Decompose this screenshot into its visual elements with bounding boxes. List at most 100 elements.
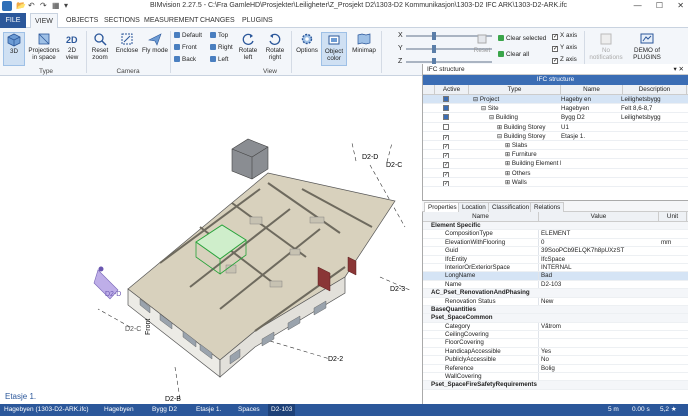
- clear-selected-icon: [498, 35, 504, 41]
- tree-row[interactable]: ⊟ Site Hagebyen Felt 8,6-8,7: [423, 104, 688, 114]
- view-front-button[interactable]: Front: [174, 44, 197, 52]
- panel-title: IFC structure: [427, 66, 465, 73]
- grid-label: D2-D: [362, 154, 378, 161]
- view-default-icon: [174, 32, 180, 38]
- tree-row[interactable]: ✓ ⊞ Walls: [423, 178, 688, 187]
- property-row[interactable]: Renovation Status New: [423, 297, 688, 306]
- property-row[interactable]: Guid 39SooPCb9ELQK7h8pUXzST: [423, 247, 688, 256]
- undo-icon[interactable]: ↶: [28, 1, 35, 11]
- property-group-row[interactable]: BaseQuantities: [423, 305, 688, 315]
- fly-mode-button[interactable]: Fly mode: [142, 32, 168, 54]
- property-group-row[interactable]: Pset_SpaceFireSafetyRequirements: [423, 381, 688, 390]
- options-button[interactable]: Options: [294, 32, 320, 54]
- breadcrumb-storey[interactable]: Etasje 1.: [196, 404, 221, 416]
- projections-button[interactable]: Projections in space: [27, 32, 61, 61]
- close-panel-icon[interactable]: ▾ ✕: [673, 64, 684, 75]
- view-top-button[interactable]: Top: [210, 32, 228, 40]
- maximize-button[interactable]: ☐: [656, 1, 663, 10]
- property-row[interactable]: WallCovering: [423, 373, 688, 382]
- clear-selected-button[interactable]: Clear selected: [498, 35, 546, 43]
- tree-row[interactable]: ⊟ Building Bygg D2 Leilighetsbygg: [423, 113, 688, 123]
- property-row[interactable]: FloorCovering: [423, 339, 688, 348]
- clear-all-icon: [498, 51, 504, 57]
- property-row[interactable]: CeilingCovering: [423, 331, 688, 340]
- slider-x-thumb[interactable]: [432, 32, 436, 40]
- breadcrumb-space[interactable]: D2-103: [268, 404, 296, 416]
- slider-y-thumb[interactable]: [432, 45, 436, 53]
- tab-objects[interactable]: OBJECTS: [62, 13, 102, 28]
- status-distance: 5 m: [608, 406, 619, 413]
- property-row[interactable]: PubliclyAccessible No: [423, 356, 688, 365]
- reset-zoom-button[interactable]: Reset zoom: [88, 32, 112, 61]
- tree-row[interactable]: ✓⊞ Building Element Proxies: [423, 159, 688, 169]
- 2d-icon: 2D: [66, 35, 78, 45]
- tab-view[interactable]: VIEW: [30, 13, 58, 29]
- z-axis-checkbox[interactable]: ✓ Z axis: [552, 56, 577, 64]
- tree-row[interactable]: ✓ ⊞ Furniture: [423, 150, 688, 160]
- building-model[interactable]: D2-D D2-C D2-3 D2-2 D2-B D2-C Front D2-D…: [0, 77, 421, 404]
- grid-icon[interactable]: ▦: [52, 1, 60, 11]
- tree-row[interactable]: ✓ ⊟ Building Storey Etasje 1.: [423, 132, 688, 141]
- demo-plugins-button[interactable]: DEMO of PLUGINS: [628, 32, 666, 61]
- breadcrumb-building[interactable]: Bygg D2: [152, 404, 177, 416]
- open-icon[interactable]: 📂: [16, 1, 26, 11]
- status-fps: 5,2 ★: [660, 406, 677, 413]
- view-right-icon: [210, 44, 216, 50]
- tab-plugins[interactable]: PLUGINS: [238, 13, 277, 28]
- x-axis-checkbox[interactable]: ✓ X axis: [552, 32, 577, 40]
- close-button[interactable]: ✕: [677, 1, 684, 10]
- tree-row[interactable]: ⊟ Project Hageby en Leilighetsbygg: [423, 95, 688, 105]
- property-row[interactable]: Reference Bolig: [423, 364, 688, 374]
- reset-button[interactable]: Reset: [470, 32, 494, 54]
- property-row[interactable]: Category Våtrom: [423, 322, 688, 332]
- 3d-viewport[interactable]: D2-D D2-C D2-3 D2-2 D2-B D2-C Front D2-D…: [0, 77, 421, 404]
- dropdown-icon[interactable]: ▾: [64, 1, 68, 11]
- grid-label: D2-3: [390, 286, 405, 293]
- redo-icon[interactable]: ↷: [40, 1, 47, 11]
- notification-icon: [600, 33, 612, 45]
- enclose-button[interactable]: Enclose: [115, 32, 139, 54]
- y-axis-checkbox[interactable]: ✓ Y axis: [552, 44, 577, 52]
- 3d-button[interactable]: 3D: [3, 32, 25, 66]
- properties-header: Name Value Unit: [423, 212, 688, 222]
- property-row[interactable]: CompositionType ELEMENT: [423, 230, 688, 239]
- tree-row[interactable]: ⊞ Building Storey U1: [423, 123, 688, 132]
- notifications-button[interactable]: No notifications: [588, 32, 624, 61]
- clear-all-button[interactable]: Clear all: [498, 51, 529, 59]
- type-group-label: Type: [38, 68, 54, 75]
- tab-measurement[interactable]: MEASUREMENT: [140, 13, 202, 28]
- property-row[interactable]: IfcEntity IfcSpace: [423, 255, 688, 264]
- tab-file[interactable]: FILE: [0, 13, 26, 28]
- property-rows: Element Specific CompositionType ELEMENT El…: [423, 222, 688, 390]
- view-back-button[interactable]: Back: [174, 56, 196, 64]
- property-group-row[interactable]: AC_Pset_RenovationAndPhasing: [423, 289, 688, 298]
- tree-row[interactable]: ✓ ⊞ Others: [423, 169, 688, 178]
- breadcrumb-hagebyen[interactable]: Hagebyen: [104, 404, 134, 416]
- property-row[interactable]: Name D2-103: [423, 280, 688, 290]
- status-time: 0.00 s: [632, 406, 650, 413]
- tab-sections[interactable]: SECTIONS: [100, 13, 144, 28]
- tree-row[interactable]: ✓ ⊞ Slabs: [423, 141, 688, 151]
- object-color-icon: [328, 35, 340, 45]
- properties-panel: Name Value Unit Element Specific Composit…: [422, 212, 688, 404]
- minimap-button[interactable]: Minimap: [350, 32, 378, 54]
- rotate-left-button[interactable]: Rotate left: [236, 32, 260, 61]
- storey-label: Etasje 1.: [5, 392, 36, 401]
- property-row[interactable]: LongName Bad: [423, 272, 688, 281]
- tab-changes[interactable]: CHANGES: [196, 13, 239, 28]
- view-right-button[interactable]: Right: [210, 44, 233, 52]
- plugin-icon: [640, 33, 654, 44]
- minimize-button[interactable]: —: [634, 1, 642, 10]
- property-group-row[interactable]: Element Specific: [423, 222, 688, 231]
- 2d-view-button[interactable]: 2D 2D view: [62, 32, 82, 61]
- breadcrumb-spaces[interactable]: Spaces: [238, 404, 260, 416]
- property-row[interactable]: ElevationWithFlooring 0 mm: [423, 238, 688, 248]
- view-left-button[interactable]: Left: [210, 56, 229, 64]
- view-default-button[interactable]: Default: [174, 32, 202, 40]
- property-row[interactable]: InteriorOrExteriorSpace INTERNAL: [423, 263, 688, 273]
- plane-icon: [148, 33, 162, 46]
- property-group-row[interactable]: Pset_SpaceCommon: [423, 314, 688, 323]
- property-row[interactable]: HandicapAccessible Yes: [423, 347, 688, 357]
- object-color-button[interactable]: Object color: [321, 32, 347, 66]
- rotate-right-button[interactable]: Rotate right: [262, 32, 288, 61]
